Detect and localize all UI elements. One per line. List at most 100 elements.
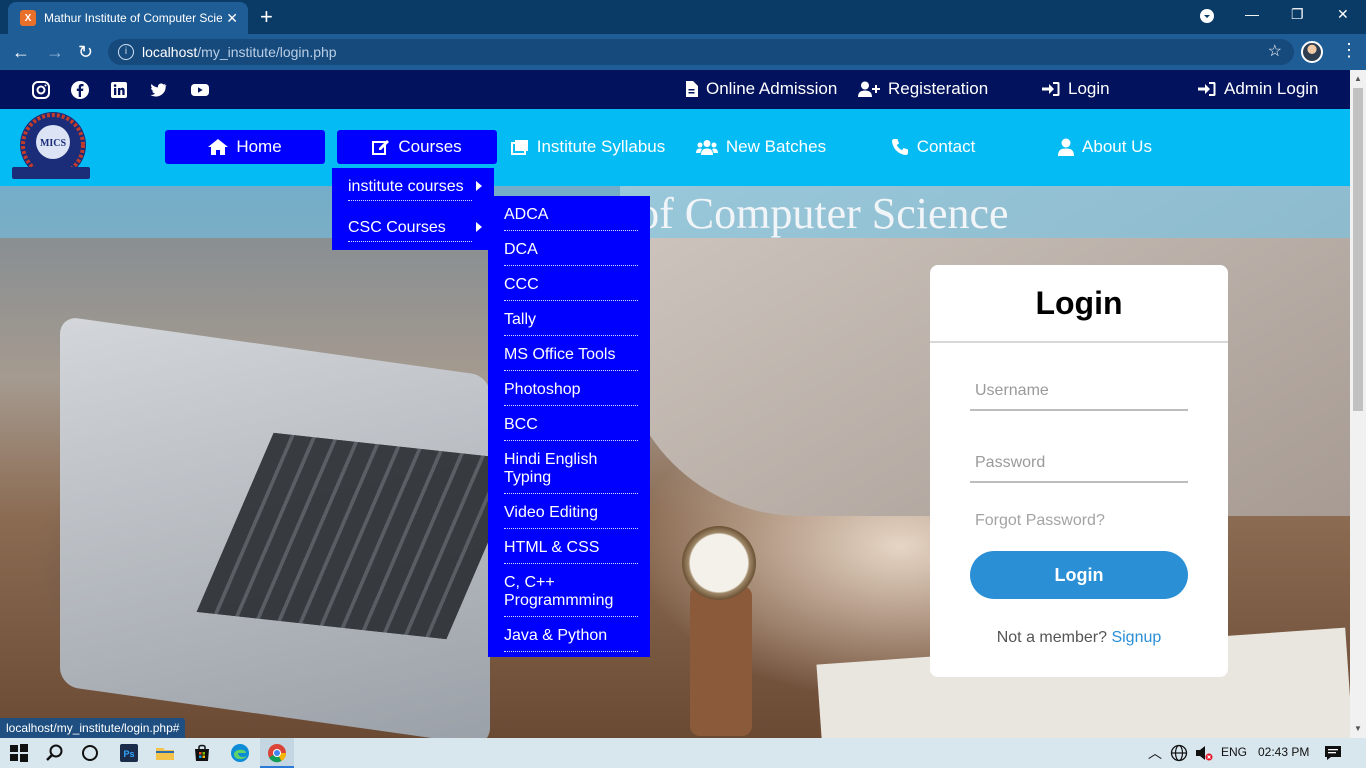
logo-text: MICS bbox=[40, 138, 67, 149]
address-toolbar: ← → ↻ i localhost/my_institute/login.php… bbox=[0, 34, 1366, 70]
divider bbox=[930, 341, 1228, 343]
hero-watch-strap-shape bbox=[690, 586, 752, 736]
nav-about-us[interactable]: About Us bbox=[1052, 130, 1158, 164]
not-member-text: Not a member? bbox=[996, 629, 1107, 646]
submenu-item[interactable]: Hindi English Typing bbox=[504, 451, 638, 494]
submenu-item[interactable]: Java & Python bbox=[504, 627, 638, 652]
login-link[interactable]: Login bbox=[1042, 79, 1110, 99]
scrollbar-thumb[interactable] bbox=[1353, 88, 1363, 411]
tab-close-icon[interactable]: ✕ bbox=[226, 10, 238, 27]
copy-icon bbox=[510, 140, 528, 155]
main-navbar: MICS Home Courses Institute Syllabus New… bbox=[0, 109, 1350, 186]
caret-right-icon bbox=[476, 222, 482, 232]
window-close-icon[interactable]: ✕ bbox=[1337, 6, 1349, 23]
back-icon[interactable]: ← bbox=[12, 42, 30, 63]
banner-title: Mathur Institute of Computer Science bbox=[341, 189, 1009, 238]
language-indicator[interactable]: ENG bbox=[1221, 745, 1247, 759]
nav-home[interactable]: Home bbox=[165, 130, 325, 164]
xampp-favicon-icon: X bbox=[20, 10, 36, 26]
admin-login-link[interactable]: Admin Login bbox=[1198, 79, 1319, 99]
forgot-password-link[interactable]: Forgot Password? bbox=[975, 512, 1105, 530]
users-icon bbox=[695, 140, 718, 155]
nav-about-label: About Us bbox=[1082, 137, 1152, 156]
svg-text:Ps: Ps bbox=[123, 749, 134, 759]
minimize-icon[interactable]: — bbox=[1245, 6, 1259, 22]
registration-label: Registeration bbox=[888, 79, 989, 98]
url-input[interactable]: i localhost/my_institute/login.php ☆ bbox=[108, 39, 1294, 65]
task-view-icon[interactable] bbox=[80, 743, 100, 763]
nav-batches-label: New Batches bbox=[725, 137, 827, 156]
submenu-item[interactable]: C, C++ Programmming bbox=[504, 574, 638, 617]
nav-courses-label: Courses bbox=[398, 137, 462, 156]
chrome-taskbar-button[interactable] bbox=[260, 738, 294, 768]
restore-icon[interactable]: ❐ bbox=[1291, 6, 1304, 23]
registration-link[interactable]: Registeration bbox=[858, 79, 988, 99]
nav-home-label: Home bbox=[236, 137, 282, 156]
clock[interactable]: 02:43 PM bbox=[1258, 745, 1309, 759]
nav-courses[interactable]: Courses bbox=[337, 130, 497, 164]
windows-start-icon[interactable] bbox=[9, 743, 29, 763]
edit-icon bbox=[372, 140, 390, 155]
page-scrollbar[interactable]: ▲ ▼ bbox=[1350, 70, 1366, 738]
reload-icon[interactable]: ↻ bbox=[78, 42, 93, 63]
nav-institute-syllabus[interactable]: Institute Syllabus bbox=[506, 130, 670, 164]
photoshop-icon[interactable]: Ps bbox=[119, 743, 139, 763]
file-explorer-icon[interactable] bbox=[155, 743, 175, 763]
volume-muted-icon[interactable] bbox=[1195, 744, 1213, 762]
login-button[interactable]: Login bbox=[970, 551, 1188, 599]
notification-icon[interactable] bbox=[1324, 744, 1342, 762]
bookmark-star-icon[interactable]: ☆ bbox=[1268, 39, 1282, 65]
home-icon bbox=[208, 139, 229, 155]
twitter-icon[interactable] bbox=[148, 80, 168, 100]
network-globe-icon[interactable] bbox=[1170, 744, 1188, 762]
edge-icon[interactable] bbox=[230, 743, 250, 763]
submenu-item[interactable]: Photoshop bbox=[504, 381, 638, 406]
submenu-item[interactable]: Video Editing bbox=[504, 504, 638, 529]
instagram-icon[interactable] bbox=[31, 80, 51, 100]
password-input[interactable] bbox=[970, 445, 1188, 483]
institute-logo[interactable]: MICS bbox=[10, 109, 92, 187]
phone-icon bbox=[891, 139, 908, 155]
submenu-item[interactable]: Tally bbox=[504, 311, 638, 336]
submenu-item[interactable]: BCC bbox=[504, 416, 638, 441]
menu-item-csc-courses[interactable]: CSC Courses bbox=[348, 219, 482, 242]
facebook-icon[interactable] bbox=[70, 80, 90, 100]
user-icon bbox=[1058, 138, 1075, 156]
new-tab-icon[interactable]: + bbox=[260, 4, 273, 30]
admin-login-label: Admin Login bbox=[1224, 79, 1319, 98]
submenu-item[interactable]: DCA bbox=[504, 241, 638, 266]
signup-link[interactable]: Signup bbox=[1111, 629, 1161, 646]
nav-contact-label: Contact bbox=[916, 137, 976, 156]
profile-avatar[interactable] bbox=[1301, 41, 1323, 63]
store-icon[interactable] bbox=[192, 743, 212, 763]
browser-tab[interactable]: X Mathur Institute of Computer Science ✕ bbox=[8, 2, 248, 34]
scroll-down-icon[interactable]: ▼ bbox=[1354, 724, 1362, 733]
youtube-icon[interactable] bbox=[190, 80, 210, 100]
submenu-item[interactable]: ADCA bbox=[504, 206, 638, 231]
profile-dropdown-icon[interactable] bbox=[1199, 8, 1215, 27]
submenu-item[interactable]: CCC bbox=[504, 276, 638, 301]
username-input[interactable] bbox=[970, 373, 1188, 411]
tray-chevron-icon[interactable]: ︿ bbox=[1148, 743, 1162, 763]
login-label: Login bbox=[1068, 79, 1110, 98]
sign-in-icon bbox=[1198, 82, 1216, 96]
menu-item-institute-courses[interactable]: institute courses bbox=[348, 178, 482, 201]
site-info-icon[interactable]: i bbox=[118, 44, 134, 60]
submenu-item[interactable]: HTML & CSS bbox=[504, 539, 638, 564]
chrome-icon bbox=[268, 744, 287, 763]
tab-title: Mathur Institute of Computer Science bbox=[44, 11, 222, 25]
web-page: Online Admission Registeration Login Adm… bbox=[0, 70, 1350, 738]
online-admission-link[interactable]: Online Admission bbox=[685, 79, 837, 99]
nav-contact[interactable]: Contact bbox=[880, 130, 986, 164]
hero-watch-shape bbox=[682, 526, 756, 600]
scroll-up-icon[interactable]: ▲ bbox=[1354, 74, 1362, 83]
search-icon[interactable] bbox=[45, 743, 65, 763]
submenu-item[interactable]: MS Office Tools bbox=[504, 346, 638, 371]
forward-icon[interactable]: → bbox=[46, 42, 64, 63]
linkedin-icon[interactable] bbox=[109, 80, 129, 100]
top-contact-bar: Online Admission Registeration Login Adm… bbox=[0, 70, 1350, 109]
nav-new-batches[interactable]: New Batches bbox=[690, 130, 832, 164]
browser-tab-strip: X Mathur Institute of Computer Science ✕… bbox=[0, 0, 1366, 34]
browser-menu-icon[interactable]: ⋮ bbox=[1340, 40, 1358, 61]
signup-prompt: Not a member? Signup bbox=[930, 629, 1228, 647]
